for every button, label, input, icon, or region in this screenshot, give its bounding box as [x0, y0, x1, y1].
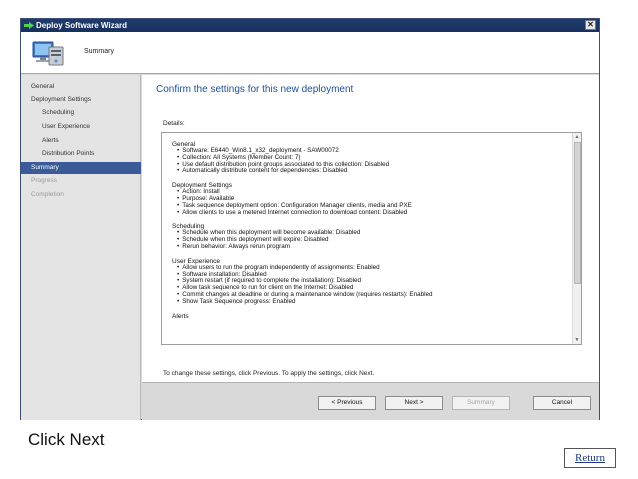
- list-item: Automatically distribute content for dep…: [172, 168, 567, 175]
- wizard-nav: General Deployment Settings Scheduling U…: [21, 75, 141, 420]
- details-label: Details:: [163, 120, 185, 127]
- previous-button[interactable]: < Previous: [318, 396, 376, 410]
- deploy-software-wizard-window: Deploy Software Wizard ✕ Summary General…: [20, 18, 600, 420]
- section-heading-alerts: Alerts: [172, 312, 189, 320]
- summary-page: Confirm the settings for this new deploy…: [142, 75, 599, 382]
- nav-item-alerts[interactable]: Alerts: [21, 135, 141, 147]
- slide-caption: Click Next: [28, 430, 105, 449]
- summary-button: Summary: [452, 396, 510, 410]
- scroll-down-icon[interactable]: ▼: [573, 336, 581, 344]
- computer-install-icon: [32, 41, 64, 66]
- scroll-thumb[interactable]: [574, 142, 581, 284]
- close-icon[interactable]: ✕: [585, 20, 596, 30]
- nav-item-distribution-points[interactable]: Distribution Points: [21, 148, 141, 160]
- nav-item-completion: Completion: [31, 191, 64, 198]
- instruction-text: To change these settings, click Previous…: [163, 370, 375, 377]
- section-heading-deployment-settings: Deployment Settings: [172, 182, 232, 190]
- details-scrollbar[interactable]: ▲ ▼: [572, 133, 581, 344]
- button-bar: < Previous Next > Summary Cancel: [142, 382, 599, 420]
- nav-item-progress: Progress: [31, 177, 58, 184]
- page-title: Confirm the settings for this new deploy…: [156, 84, 354, 95]
- return-button[interactable]: Return: [564, 448, 616, 468]
- header-title: Summary: [84, 48, 114, 55]
- nav-item-scheduling[interactable]: Scheduling: [21, 107, 141, 119]
- nav-item-user-experience[interactable]: User Experience: [21, 121, 141, 133]
- wizard-header: Summary: [21, 32, 599, 74]
- details-textbox[interactable]: General Software: E6440_Win8.1_x32_deplo…: [161, 132, 582, 345]
- title-bar[interactable]: Deploy Software Wizard ✕: [21, 19, 599, 32]
- cancel-button[interactable]: Cancel: [533, 396, 591, 410]
- next-button[interactable]: Next >: [385, 396, 443, 410]
- window-title: Deploy Software Wizard: [36, 21, 128, 30]
- list-item: Rerun behavior: Always rerun program: [172, 243, 567, 251]
- nav-item-deployment-settings[interactable]: Deployment Settings: [21, 94, 141, 106]
- list-item: Allow clients to use a metered Internet …: [172, 209, 567, 217]
- nav-item-summary[interactable]: Summary: [21, 162, 141, 174]
- nav-item-general[interactable]: General: [21, 81, 141, 93]
- list-item: Show Task Sequence progress: Enabled: [172, 298, 567, 306]
- wizard-arrow-icon: [24, 22, 34, 29]
- scroll-up-icon[interactable]: ▲: [573, 133, 581, 141]
- details-content: General Software: E6440_Win8.1_x32_deplo…: [172, 141, 567, 320]
